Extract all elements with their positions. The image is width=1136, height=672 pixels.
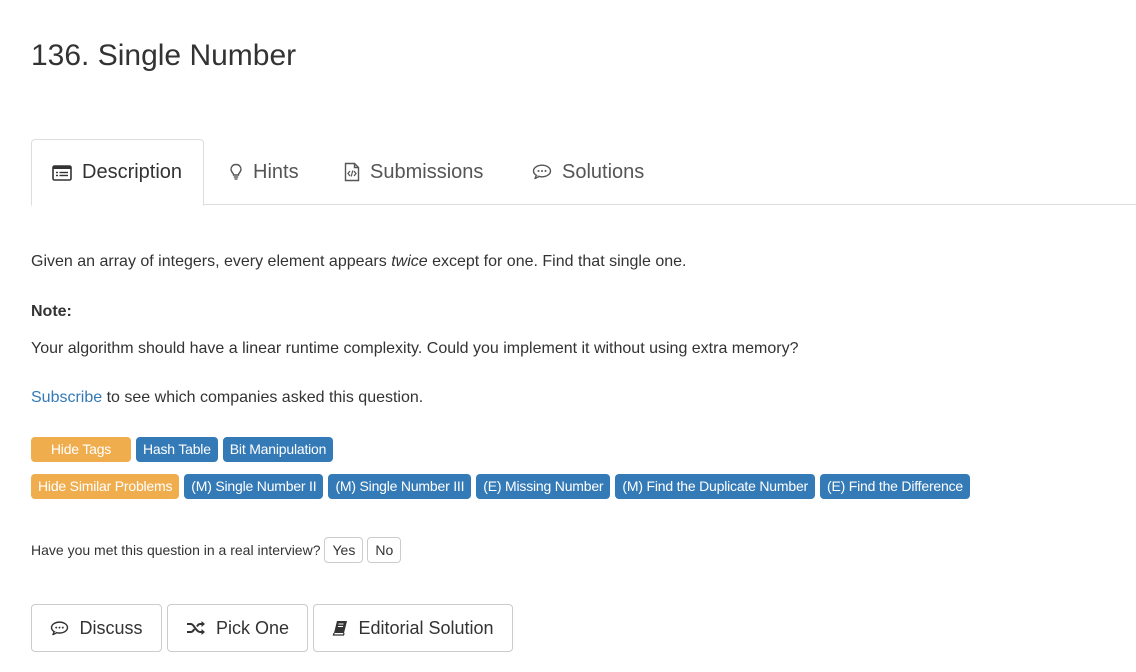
lightbulb-icon [229,163,243,181]
subscribe-text: to see which companies asked this questi… [102,389,424,406]
tab-solutions-label: Solutions [562,160,645,183]
subscribe-link[interactable]: Subscribe [31,389,102,406]
similar-problem-find-duplicate[interactable]: (M) Find the Duplicate Number [615,474,815,499]
statement-text-end: except for one. Find that single one. [427,253,687,270]
interview-no-button[interactable]: No [367,537,402,563]
statement-text-start: Given an array of integers, every elemen… [31,253,392,270]
shuffle-icon [186,620,206,636]
statement-emphasis: twice [391,253,428,270]
tab-bar: Description Hints Submissions Solutions [31,139,1136,206]
problem-statement: Given an array of integers, every elemen… [31,251,686,273]
pick-one-button[interactable]: Pick One [167,604,308,652]
tab-submissions-label: Submissions [370,160,484,183]
tab-solutions[interactable]: Solutions [532,139,644,205]
interview-yes-button[interactable]: Yes [324,537,364,563]
hide-tags-button[interactable]: Hide Tags [31,437,131,462]
page-title: 136. Single Number [31,39,297,72]
subscribe-line: Subscribe to see which companies asked t… [31,387,423,409]
similar-problems-row: Hide Similar Problems (M) Single Number … [31,474,970,499]
discuss-button[interactable]: Discuss [31,604,162,652]
hide-similar-problems-button[interactable]: Hide Similar Problems [31,474,180,499]
tab-hints-label: Hints [253,160,299,183]
interview-question-text: Have you met this question in a real int… [31,542,321,558]
similar-problem-single-number-ii[interactable]: (M) Single Number II [184,474,324,499]
code-file-icon [344,162,360,182]
tag-hash-table[interactable]: Hash Table [136,437,218,462]
similar-problem-missing-number[interactable]: (E) Missing Number [476,474,611,499]
comment-icon [532,164,552,180]
pick-one-button-label: Pick One [215,617,290,638]
action-buttons: Discuss Pick One Editorial Solution [31,604,513,652]
comment-icon [50,620,69,636]
note-text: Your algorithm should have a linear runt… [31,340,799,357]
interview-question-row: Have you met this question in a real int… [31,537,402,563]
tags-row: Hide Tags Hash Table Bit Manipulation [31,437,334,462]
tab-submissions[interactable]: Submissions [344,139,483,205]
note-heading: Note: [31,303,72,320]
similar-problem-find-difference[interactable]: (E) Find the Difference [820,474,970,499]
tab-description-label: Description [82,161,183,183]
discuss-button-label: Discuss [79,617,143,638]
similar-problem-single-number-iii[interactable]: (M) Single Number III [328,474,472,499]
description-icon [52,164,72,181]
tab-hints[interactable]: Hints [229,139,299,205]
tag-bit-manipulation[interactable]: Bit Manipulation [222,437,334,462]
book-icon [332,620,348,636]
editorial-solution-button-label: Editorial Solution [358,617,494,638]
tab-description[interactable]: Description [31,139,204,206]
editorial-solution-button[interactable]: Editorial Solution [313,604,513,652]
